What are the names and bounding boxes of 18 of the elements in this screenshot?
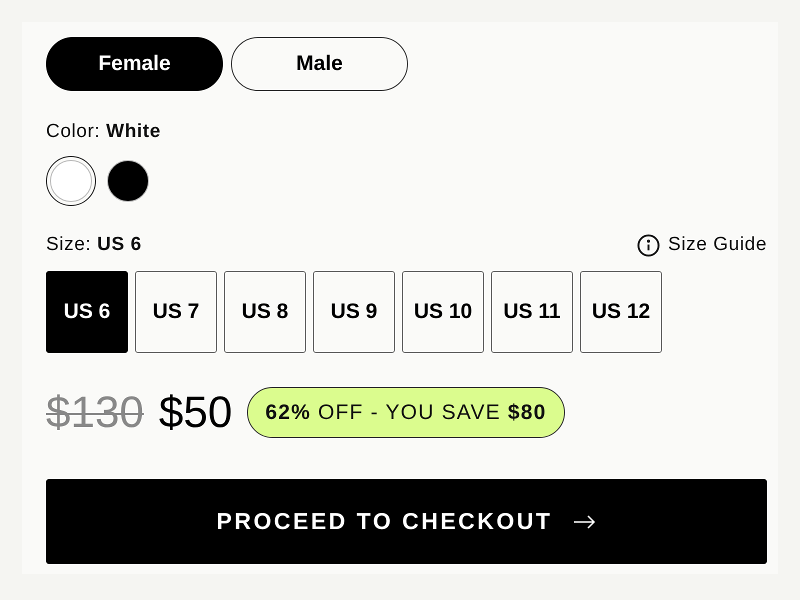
gender-tab[interactable]: Female (46, 37, 223, 91)
size-option[interactable]: US 12 (580, 271, 662, 353)
arrow-right-icon (574, 514, 596, 528)
current-price: $50 (158, 388, 232, 438)
info-icon (637, 234, 660, 256)
color-label: Color: White (46, 120, 161, 144)
size-option[interactable]: US 6 (46, 271, 128, 353)
size-option[interactable]: US 11 (491, 271, 573, 353)
size-label: Size: US 6 (46, 233, 142, 257)
checkout-button[interactable]: PROCEED TO CHECKOUT (46, 479, 767, 564)
original-price: $130 (46, 388, 144, 438)
size-guide-link[interactable]: Size Guide (637, 233, 767, 257)
size-option[interactable]: US 7 (135, 271, 217, 353)
discount-badge: 62% OFF - YOU SAVE $80 (247, 387, 565, 438)
gender-tab[interactable]: Male (231, 37, 408, 91)
size-option[interactable]: US 9 (313, 271, 395, 353)
size-option[interactable]: US 8 (224, 271, 306, 353)
size-option[interactable]: US 10 (402, 271, 484, 353)
